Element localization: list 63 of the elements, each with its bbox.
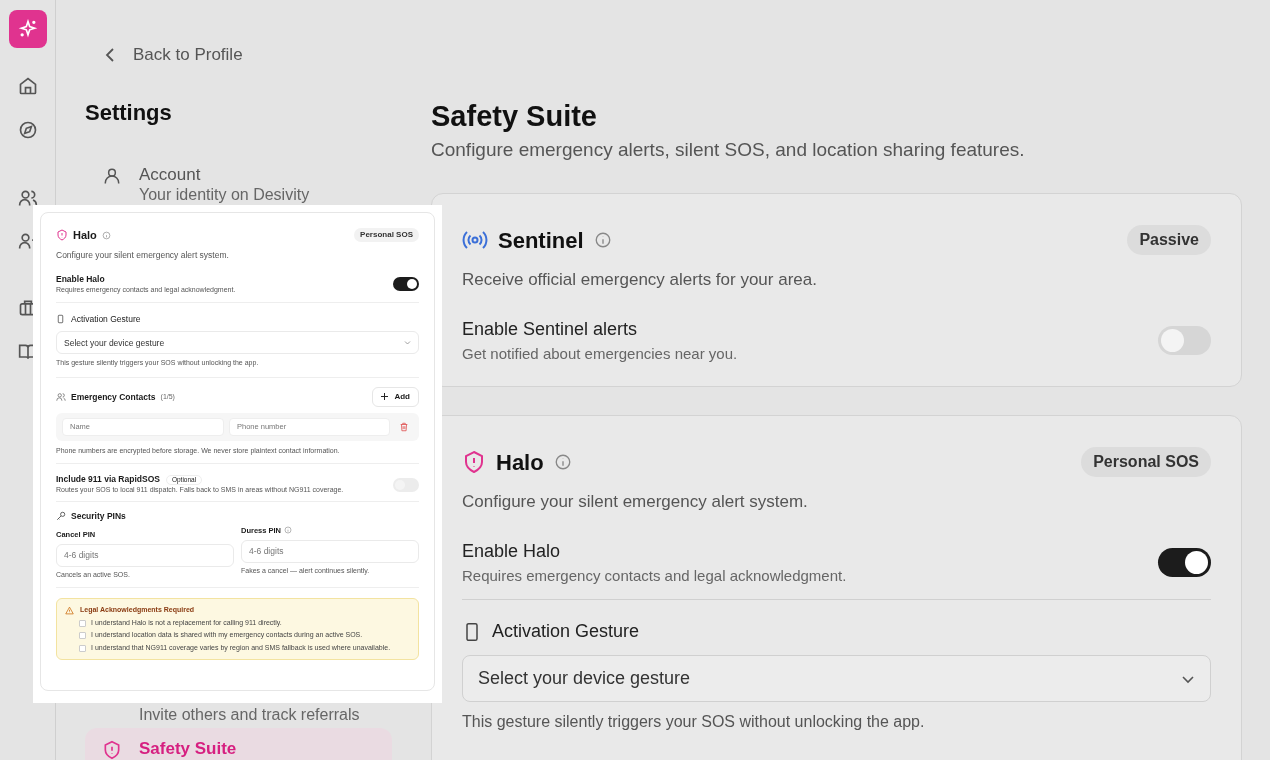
info-icon	[553, 453, 572, 471]
info-icon	[101, 230, 111, 240]
info-icon	[593, 231, 612, 250]
card-title: Sentinel	[498, 226, 584, 255]
broadcast-icon	[462, 230, 488, 251]
pin-field[interactable]: 4-6 digits	[241, 539, 419, 563]
sidebar-item-description: Your identity on Desivity	[139, 184, 310, 205]
page-subtitle: Configure emergency alerts, silent SOS, and location sharing features.	[431, 138, 1026, 163]
status-badge: Personal SOS	[354, 228, 419, 243]
status-badge: Passive	[1127, 225, 1211, 256]
home-icon[interactable]	[17, 76, 38, 96]
users-icon	[56, 391, 66, 402]
gesture-select[interactable]: Select your device gesture	[56, 331, 419, 355]
sidebar-title: Settings	[85, 98, 173, 127]
setting-hint: Get notified about emergencies near you.	[462, 344, 738, 364]
users-icon[interactable]	[17, 188, 38, 208]
sidebar-item-description: Invite others and track referrals	[139, 704, 360, 725]
key-icon	[56, 511, 66, 522]
checkbox[interactable]	[79, 644, 86, 652]
card-description: Receive official emergency alerts for your area.	[462, 268, 818, 291]
sidebar-item[interactable]: Safety Suite	[85, 727, 392, 760]
section-label: Emergency Contacts	[71, 390, 156, 404]
shield-icon	[102, 739, 122, 760]
plus-icon	[381, 393, 389, 401]
sidebar-item-label: Account	[139, 163, 202, 185]
chevron-left-icon	[105, 47, 115, 62]
trash-icon[interactable]	[399, 421, 409, 432]
sidebar-item-label: Safety Suite	[139, 737, 237, 759]
setting-label: Enable Halo	[56, 274, 106, 285]
section-label: Activation Gesture	[492, 620, 640, 644]
shield-alert-icon	[56, 229, 68, 242]
info-icon	[284, 526, 293, 535]
page-title: Safety Suite	[431, 99, 598, 134]
sidebar-item[interactable]: Invite others and track referrals	[85, 704, 416, 725]
setting-label: Include 911 via RapidSOS	[56, 474, 160, 485]
phone-icon	[56, 314, 65, 324]
warning-icon	[65, 606, 74, 615]
app-logo[interactable]	[8, 10, 47, 48]
shield-alert-icon	[462, 450, 486, 474]
status-badge: Personal SOS	[1081, 447, 1211, 477]
pin-field[interactable]: 4-6 digits	[56, 543, 234, 567]
toggle-switch[interactable]	[1158, 326, 1211, 356]
card-title: Halo	[73, 228, 97, 243]
sparkle-icon	[17, 19, 38, 39]
section-label: Activation Gesture	[71, 312, 141, 326]
sidebar-item[interactable]: Account Your identity on Desivity	[85, 163, 416, 205]
compass-icon[interactable]	[17, 120, 38, 140]
back-link[interactable]: Back to Profile	[85, 42, 416, 68]
checkbox[interactable]	[79, 619, 86, 627]
checkbox[interactable]	[79, 632, 86, 639]
setting-label: Enable Sentinel alerts	[462, 318, 639, 341]
add-button[interactable]: Add	[372, 386, 419, 407]
setting-label: Enable Halo	[462, 540, 562, 563]
chevron-down-icon	[404, 339, 411, 347]
field-hint: This gesture silently triggers your SOS without unlocking the app.	[462, 712, 926, 733]
gesture-select[interactable]: Select your device gesture	[462, 655, 1211, 703]
setting-hint: Requires emergency contacts and legal acknowledgment.	[462, 566, 847, 586]
card-description: Configure your silent emergency alert system.	[462, 490, 809, 513]
toggle-switch[interactable]	[393, 277, 419, 292]
toggle-switch[interactable]	[1158, 548, 1211, 578]
section-label: Security PINs	[71, 509, 126, 523]
card-description: Configure your silent emergency alert system.	[56, 248, 230, 262]
card-title: Halo	[496, 448, 544, 477]
